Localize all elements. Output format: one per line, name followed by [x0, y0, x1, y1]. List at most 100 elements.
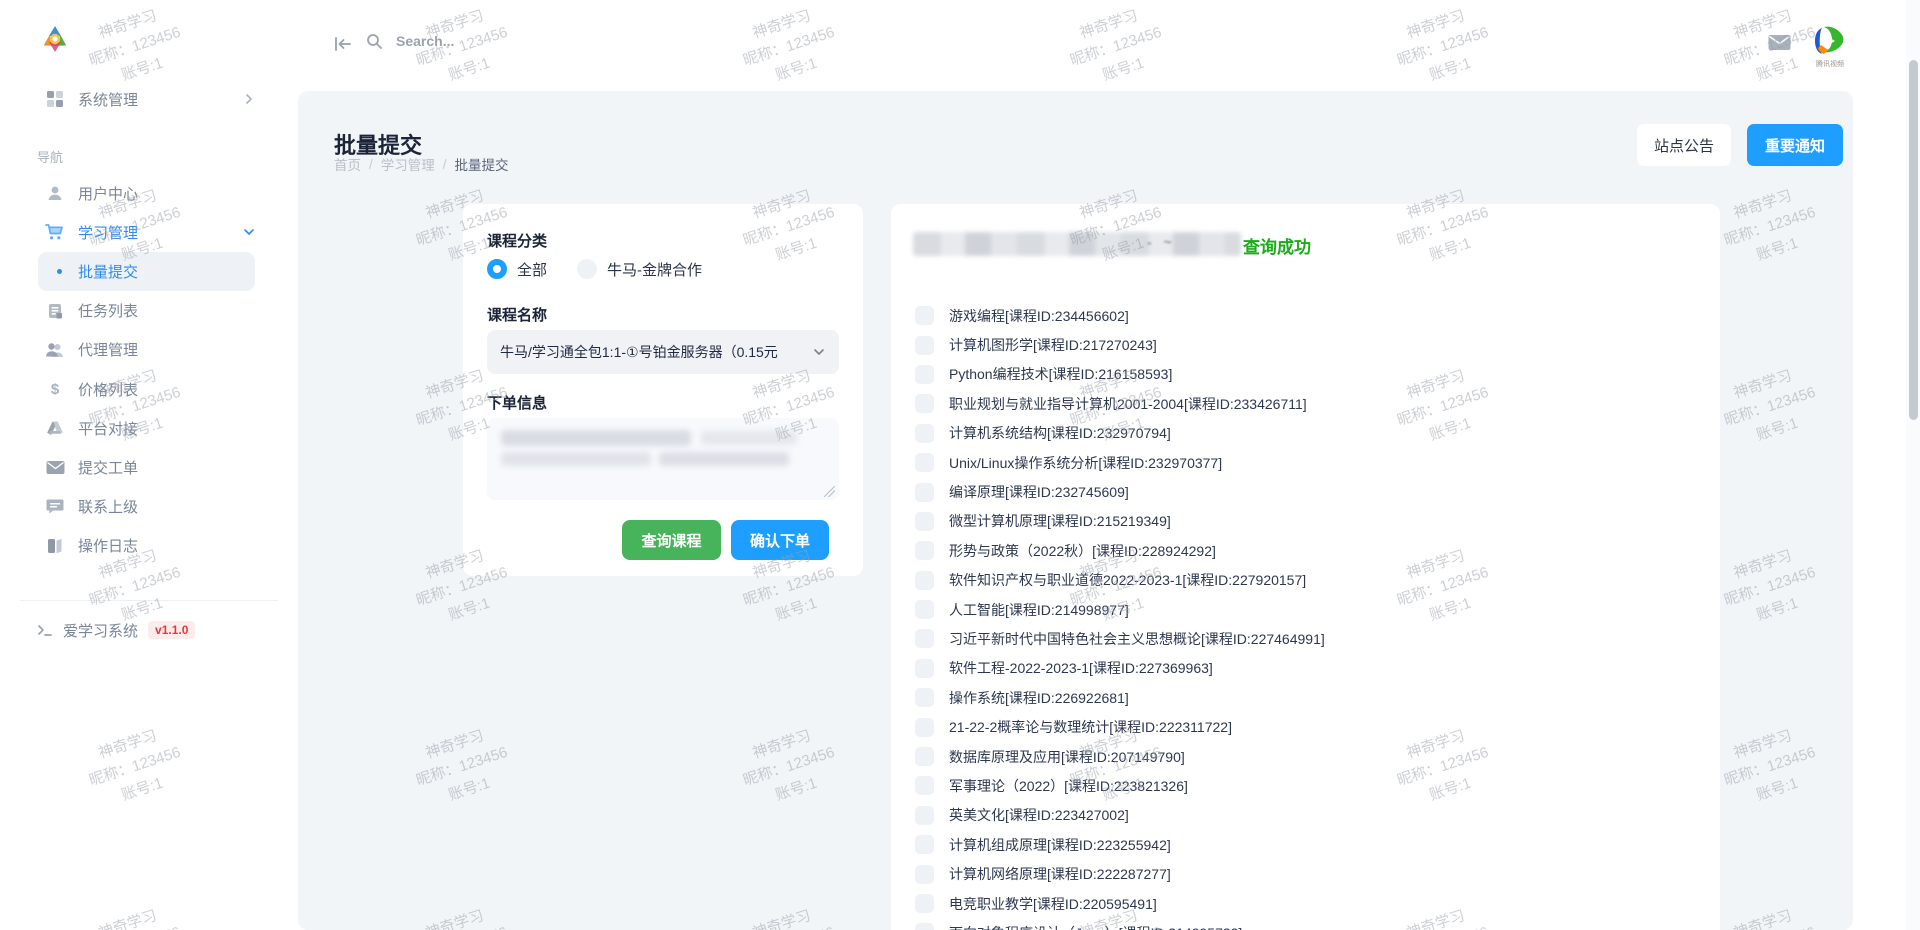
collapse-sidebar-icon[interactable] [333, 36, 353, 52]
course-checkbox[interactable] [915, 629, 934, 648]
course-checkbox[interactable] [915, 541, 934, 560]
course-checkbox[interactable] [915, 894, 934, 913]
course-row[interactable]: 职业规划与就业指导计算机2001-2004[课程ID:233426711] [915, 389, 1696, 418]
course-row[interactable]: 军事理论（2022）[课程ID:223821326] [915, 771, 1696, 800]
course-row[interactable]: 计算机系统结构[课程ID:232970794] [915, 419, 1696, 448]
category-radio-option[interactable]: 牛马-金牌合作 [577, 259, 702, 280]
course-row[interactable]: 21-22-2概率论与数理统计[课程ID:222311722] [915, 712, 1696, 741]
confirm-order-button[interactable]: 确认下单 [731, 520, 829, 560]
course-checkbox[interactable] [915, 394, 934, 413]
course-list: 游戏编程[课程ID:234456602]计算机图形学[课程ID:21727024… [915, 301, 1696, 930]
course-row[interactable]: 计算机组成原理[课程ID:223255942] [915, 830, 1696, 859]
search-icon [366, 33, 383, 50]
course-row[interactable]: 面向对象程序设计（Java）[课程ID:214995733] [915, 918, 1696, 930]
course-row[interactable]: 数据库原理及应用[课程ID:207149790] [915, 742, 1696, 771]
sidebar-item-operation-logs[interactable]: 操作日志 [0, 526, 298, 565]
sidebar-item-label: 操作日志 [78, 535, 138, 556]
course-row[interactable]: 操作系统[课程ID:226922681] [915, 683, 1696, 712]
order-info-textarea[interactable] [487, 418, 839, 500]
course-label: 编译原理[课程ID:232745609] [949, 482, 1129, 502]
envelope-icon [45, 457, 65, 477]
course-row[interactable]: Unix/Linux操作系统分析[课程ID:232970377] [915, 448, 1696, 477]
course-label: Python编程技术[课程ID:216158593] [949, 364, 1172, 384]
course-label: 21-22-2概率论与数理统计[课程ID:222311722] [949, 717, 1232, 737]
course-row[interactable]: 软件工程-2022-2023-1[课程ID:227369963] [915, 654, 1696, 683]
course-checkbox[interactable] [915, 835, 934, 854]
version-badge: v1.1.0 [148, 621, 195, 639]
course-checkbox[interactable] [915, 365, 934, 384]
active-dot-icon [57, 269, 62, 274]
course-row[interactable]: 计算机网络原理[课程ID:222287277] [915, 859, 1696, 888]
course-name-label: 课程名称 [487, 304, 547, 325]
sidebar-item-submit-ticket[interactable]: 提交工单 [0, 448, 298, 487]
course-checkbox[interactable] [915, 424, 934, 443]
course-label: 数据库原理及应用[课程ID:207149790] [949, 747, 1185, 767]
course-checkbox[interactable] [915, 600, 934, 619]
course-row[interactable]: 微型计算机原理[课程ID:215219349] [915, 507, 1696, 536]
course-select[interactable]: 牛马/学习通全包1:1-①号铂金服务器（0.15元 [487, 330, 839, 374]
sidebar-item-batch-submit[interactable]: 批量提交 [38, 252, 255, 291]
course-checkbox[interactable] [915, 453, 934, 472]
course-label: 形势与政策（2022秋）[课程ID:228924292] [949, 541, 1216, 561]
course-label: Unix/Linux操作系统分析[课程ID:232970377] [949, 453, 1222, 473]
course-checkbox[interactable] [915, 306, 934, 325]
course-row[interactable]: 人工智能[课程ID:214998977] [915, 595, 1696, 624]
mail-icon[interactable] [1768, 34, 1791, 51]
category-radio-group: 全部 牛马-金牌合作 [487, 254, 702, 284]
chevron-down-icon [812, 345, 826, 359]
course-checkbox[interactable] [915, 336, 934, 355]
category-radio-option[interactable]: 全部 [487, 259, 547, 280]
sidebar-item-platform-connect[interactable]: 平台对接 [0, 409, 298, 448]
sidebar-item-contact-superior[interactable]: 联系上级 [0, 487, 298, 526]
radio-unselected-icon[interactable] [577, 259, 597, 279]
course-label: 软件工程-2022-2023-1[课程ID:227369963] [949, 658, 1213, 678]
course-row[interactable]: 习近平新时代中国特色社会主义思想概论[课程ID:227464991] [915, 624, 1696, 653]
sidebar-item-label: 平台对接 [78, 418, 138, 439]
sidebar-item-label: 系统管理 [78, 89, 138, 110]
redacted-text [701, 431, 797, 445]
course-checkbox[interactable] [915, 718, 934, 737]
sidebar-item-study-management[interactable]: 学习管理 [0, 213, 298, 252]
tasks-icon [45, 301, 65, 321]
course-row[interactable]: Python编程技术[课程ID:216158593] [915, 360, 1696, 389]
grid-icon [45, 89, 65, 109]
course-checkbox[interactable] [915, 688, 934, 707]
site-announcement-button[interactable]: 站点公告 [1637, 124, 1731, 166]
course-label: 软件知识产权与职业道德2022-2023-1[课程ID:227920157] [949, 570, 1306, 590]
course-checkbox[interactable] [915, 659, 934, 678]
important-notice-button[interactable]: 重要通知 [1747, 124, 1843, 166]
course-checkbox[interactable] [915, 923, 934, 930]
course-row[interactable]: 形势与政策（2022秋）[课程ID:228924292] [915, 536, 1696, 565]
sidebar-item-task-list[interactable]: 任务列表 [0, 291, 298, 330]
sidebar-item-system-management[interactable]: 系统管理 [0, 80, 298, 118]
nav-section-label: 导航 [37, 147, 63, 166]
course-checkbox[interactable] [915, 865, 934, 884]
sidebar-item-user-center[interactable]: 用户中心 [0, 174, 298, 213]
search-input[interactable] [394, 32, 618, 50]
breadcrumb-separator: / [369, 157, 373, 172]
course-checkbox[interactable] [915, 483, 934, 502]
course-checkbox[interactable] [915, 776, 934, 795]
course-row[interactable]: 计算机图形学[课程ID:217270243] [915, 330, 1696, 359]
course-row[interactable]: 英美文化[课程ID:223427002] [915, 801, 1696, 830]
course-checkbox[interactable] [915, 806, 934, 825]
query-course-button[interactable]: 查询课程 [622, 520, 721, 560]
tencent-video-icon[interactable]: 腾讯视频 [1810, 26, 1850, 69]
course-row[interactable]: 软件知识产权与职业道德2022-2023-1[课程ID:227920157] [915, 566, 1696, 595]
sidebar-item-agent-management[interactable]: 代理管理 [0, 330, 298, 369]
resize-handle[interactable] [824, 486, 835, 497]
course-checkbox[interactable] [915, 512, 934, 531]
terminal-icon [37, 623, 53, 637]
scrollbar-thumb[interactable] [1909, 60, 1918, 420]
course-checkbox[interactable] [915, 747, 934, 766]
sidebar-item-price-list[interactable]: $价格列表 [0, 370, 298, 409]
breadcrumb-item[interactable]: 学习管理 [381, 154, 435, 174]
chevron-right-icon [243, 93, 255, 105]
course-row[interactable]: 电竞职业教学[课程ID:220595491] [915, 889, 1696, 918]
sidebar-item-label: 联系上级 [78, 496, 138, 517]
course-row[interactable]: 编译原理[课程ID:232745609] [915, 477, 1696, 506]
radio-selected-icon[interactable] [487, 259, 507, 279]
course-checkbox[interactable] [915, 571, 934, 590]
breadcrumb-item[interactable]: 首页 [334, 154, 361, 174]
course-row[interactable]: 游戏编程[课程ID:234456602] [915, 301, 1696, 330]
